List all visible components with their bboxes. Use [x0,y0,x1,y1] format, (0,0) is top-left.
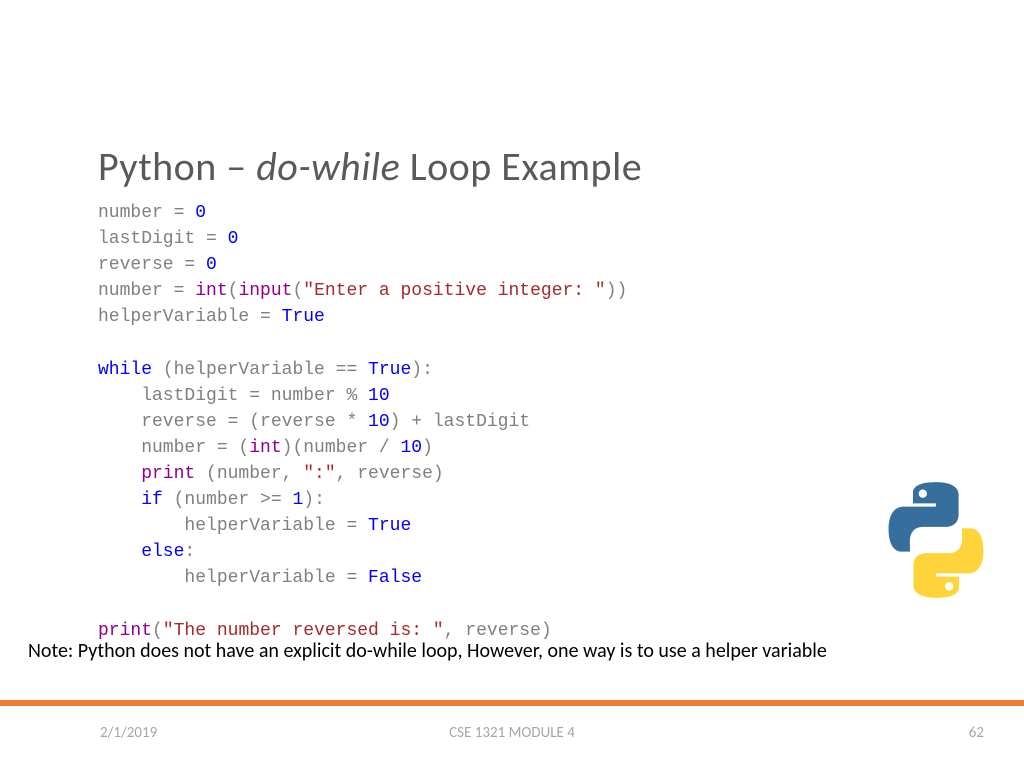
code-number: 10 [400,438,422,458]
title-part1: Python – [98,142,256,191]
code-block: number = 0 lastDigit = 0 reverse = 0 num… [98,200,627,644]
code-text: helperVariable = [98,568,368,588]
slide-note: Note: Python does not have an explicit d… [28,639,998,664]
code-number: 0 [195,203,206,223]
slide-title: Python – do-while Loop Example [98,142,642,191]
code-text: , reverse) [444,621,552,641]
code-text: ): [411,360,433,380]
slide-footer: 2/1/2019 CSE 1321 MODULE 4 62 [0,706,1024,768]
code-text: ( [228,281,239,301]
code-text: (helperVariable == [152,360,368,380]
code-text: reverse = (reverse * [98,412,368,432]
code-string: "The number reversed is: " [163,621,444,641]
code-keyword: while [98,360,152,380]
code-string: ":" [303,464,335,484]
code-text: : [184,542,195,562]
code-text: number = [98,203,195,223]
code-text: )) [606,281,628,301]
code-keyword: True [368,360,411,380]
code-number: 10 [368,412,390,432]
code-number: 0 [206,255,217,275]
code-text: ( [292,281,303,301]
code-text: number = ( [98,438,249,458]
code-text: , reverse) [336,464,444,484]
code-text: ) [422,438,433,458]
code-string: "Enter a positive integer: " [303,281,605,301]
code-text: )(number / [282,438,401,458]
code-text: helperVariable = [98,516,368,536]
slide: Python – do-while Loop Example number = … [0,0,1024,768]
code-text: lastDigit = number % [98,386,368,406]
footer-page-number: 62 [969,724,984,742]
code-keyword: True [282,307,325,327]
code-text: ): [303,490,325,510]
code-text: lastDigit = [98,229,228,249]
code-keyword: True [368,516,411,536]
code-keyword: if [98,490,174,510]
code-builtin: int [195,281,227,301]
code-text: (number >= [174,490,293,510]
code-text: ( [152,621,163,641]
code-number: 1 [292,490,303,510]
code-text: number = [98,281,195,301]
python-logo-icon [876,480,996,600]
code-builtin: print [98,621,152,641]
code-text: (number, [206,464,303,484]
code-builtin: input [238,281,292,301]
code-keyword: False [368,568,422,588]
footer-course: CSE 1321 MODULE 4 [0,724,1024,742]
code-keyword: else [98,542,184,562]
code-text: helperVariable = [98,307,282,327]
code-text: reverse = [98,255,206,275]
title-italic: do-while [256,142,400,191]
code-number: 10 [368,386,390,406]
code-builtin: print [98,464,206,484]
title-part3: Loop Example [400,142,642,191]
code-text: ) + lastDigit [390,412,530,432]
code-number: 0 [228,229,239,249]
code-builtin: int [249,438,281,458]
